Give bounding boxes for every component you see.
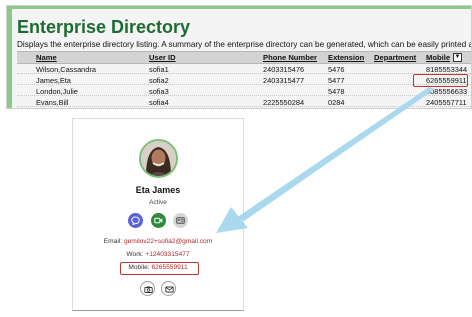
work-label: Work: [126, 251, 144, 258]
cell-user-id: sofia4 [149, 98, 169, 107]
email-label: Email: [103, 238, 123, 245]
avatar [139, 139, 178, 178]
column-header-department[interactable]: Department [374, 53, 416, 62]
work-phone-row: Work: +12403315477 [73, 251, 243, 258]
contact-name: Eta James [135, 185, 181, 195]
column-header-name[interactable]: Name [36, 53, 57, 62]
panel-accent-top [7, 6, 471, 9]
table-row[interactable]: London,Julie sofia3 5478 4085556633 [17, 86, 471, 96]
column-header-mobile[interactable]: Mobile [426, 53, 450, 62]
video-icon [154, 217, 163, 224]
page-title: Enterprise Directory [17, 17, 191, 37]
cell-mobile: 4085556633 [426, 87, 468, 96]
contact-profile-card: Eta James Active Email: gemilov22+sofia2… [72, 118, 244, 311]
email-link[interactable]: gemilov22+sofia2@gmail.com [124, 238, 212, 245]
mail-icon [164, 286, 174, 292]
video-call-button[interactable] [151, 213, 166, 228]
cell-name: London,Julie [36, 87, 78, 96]
contact-status: Active [149, 199, 167, 206]
column-header-extension[interactable]: Extension [328, 53, 364, 62]
email-row: Email: gemilov22+sofia2@gmail.com [73, 238, 243, 245]
camera-icon [143, 286, 153, 293]
cell-name: James,Eta [36, 76, 71, 85]
chat-icon [131, 216, 140, 225]
mobile-highlight-box [120, 262, 199, 275]
cell-extension: 0284 [328, 98, 345, 107]
table-row[interactable]: Wilson,Cassandra sofia1 2403315476 5476 … [17, 64, 471, 74]
cell-phone: 2403315477 [263, 76, 305, 85]
table-row[interactable]: Evans,Bill sofia4 2225550284 0284 240555… [17, 97, 471, 107]
cell-user-id: sofia1 [149, 65, 169, 74]
column-header-phone[interactable]: Phone Number [263, 53, 317, 62]
mobile-highlight-box [413, 74, 468, 87]
page-description: Displays the enterprise directory listin… [17, 40, 471, 49]
table-row[interactable]: James,Eta sofia2 2403315477 5477 6265559… [17, 75, 471, 85]
directory-table: Name User ID Phone Number Extension Depa… [17, 51, 471, 108]
cell-extension: 5477 [328, 76, 345, 85]
contact-card-button[interactable] [173, 213, 188, 228]
chat-button[interactable] [128, 213, 143, 228]
cell-name: Evans,Bill [36, 98, 69, 107]
cell-user-id: sofia2 [149, 76, 169, 85]
panel-accent-left [7, 6, 12, 108]
email-button[interactable] [161, 281, 176, 296]
contact-card-icon [176, 217, 185, 224]
camera-button[interactable] [140, 281, 155, 296]
column-header-user-id[interactable]: User ID [149, 53, 176, 62]
cell-extension: 5478 [328, 87, 345, 96]
cell-phone: 2225550284 [263, 98, 305, 107]
avatar-photo-icon [141, 141, 176, 176]
cell-extension: 5476 [328, 65, 345, 74]
enterprise-directory-panel: Enterprise Directory Displays the enterp… [6, 5, 472, 109]
cell-mobile: 2405557711 [426, 98, 467, 107]
cell-user-id: sofia3 [149, 87, 169, 96]
cell-name: Wilson,Cassandra [36, 65, 96, 74]
sort-descending-icon[interactable]: ▼ [453, 53, 462, 62]
cell-phone: 2403315476 [263, 65, 305, 74]
work-phone-link[interactable]: +12403315477 [145, 251, 189, 258]
cell-mobile: 8185553344 [426, 65, 468, 74]
table-header: Name User ID Phone Number Extension Depa… [17, 51, 471, 64]
